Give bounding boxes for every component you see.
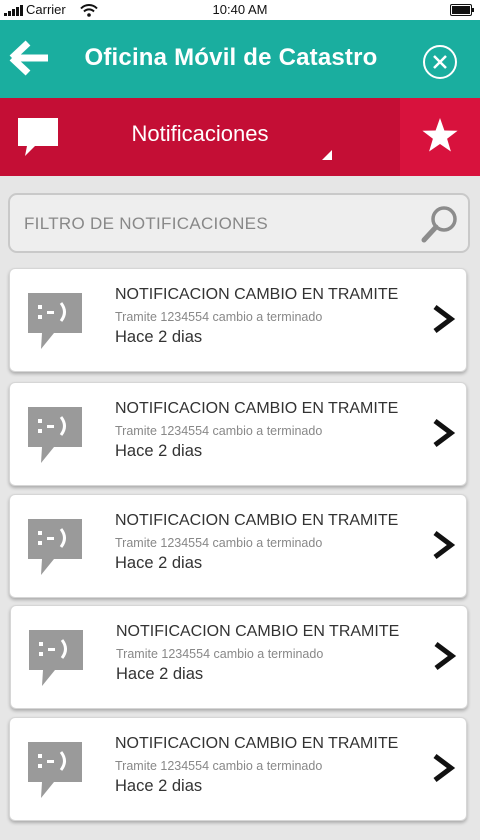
notification-time: Hace 2 dias <box>115 777 203 795</box>
chevron-right-icon[interactable] <box>432 304 456 334</box>
notification-title: NOTIFICACION CAMBIO EN TRAMITE <box>116 623 400 640</box>
section-title[interactable]: Notificaciones <box>0 120 400 148</box>
notification-subtitle: Tramite 1234554 cambio a terminado <box>116 647 324 661</box>
chevron-right-icon[interactable] <box>432 530 456 560</box>
notification-title: NOTIFICACION CAMBIO EN TRAMITE <box>115 400 399 417</box>
status-time: 10:40 AM <box>212 2 268 17</box>
notification-subtitle: Tramite 1234554 cambio a terminado <box>115 424 323 438</box>
notification-item[interactable]: NOTIFICACION CAMBIO EN TRAMITE Tramite 12… <box>9 268 467 372</box>
notification-subtitle: Tramite 1234554 cambio a terminado <box>115 536 323 550</box>
notification-item[interactable]: NOTIFICACION CAMBIO EN TRAMITE Tramite 12… <box>9 494 467 598</box>
notification-chat-icon <box>28 407 82 463</box>
close-icon <box>433 55 447 69</box>
close-button[interactable] <box>423 45 457 79</box>
notification-subtitle: Tramite 1234554 cambio a terminado <box>115 759 323 773</box>
notification-time: Hace 2 dias <box>115 442 203 460</box>
star-icon <box>422 118 458 152</box>
chevron-right-icon[interactable] <box>432 418 456 448</box>
notification-title: NOTIFICACION CAMBIO EN TRAMITE <box>115 512 399 529</box>
app-title: Oficina Móvil de Catastro <box>84 44 378 71</box>
notification-chat-icon <box>28 742 82 798</box>
status-bar: Carrier 10:40 AM <box>0 0 480 20</box>
notification-chat-icon <box>28 519 82 575</box>
notification-subtitle: Tramite 1234554 cambio a terminado <box>115 310 323 324</box>
section-bar: Notificaciones <box>0 98 480 176</box>
filter-input[interactable] <box>22 195 416 253</box>
notification-item[interactable]: NOTIFICACION CAMBIO EN TRAMITE Tramite 12… <box>9 717 467 821</box>
notification-title: NOTIFICACION CAMBIO EN TRAMITE <box>115 286 399 303</box>
filter-field[interactable] <box>8 193 470 253</box>
search-icon[interactable] <box>420 204 460 244</box>
notification-item[interactable]: NOTIFICACION CAMBIO EN TRAMITE Tramite 12… <box>9 382 467 486</box>
notification-chat-icon <box>29 630 83 686</box>
app-header: Oficina Móvil de Catastro <box>0 20 480 98</box>
chevron-right-icon[interactable] <box>432 753 456 783</box>
notification-time: Hace 2 dias <box>115 328 203 346</box>
battery-icon <box>450 4 474 16</box>
dropdown-indicator-icon[interactable] <box>322 150 332 160</box>
notification-time: Hace 2 dias <box>116 665 204 683</box>
chevron-right-icon[interactable] <box>433 641 457 671</box>
notification-time: Hace 2 dias <box>115 554 203 572</box>
notification-item[interactable]: NOTIFICACION CAMBIO EN TRAMITE Tramite 12… <box>10 605 468 709</box>
notification-title: NOTIFICACION CAMBIO EN TRAMITE <box>115 735 399 752</box>
favorite-button[interactable] <box>400 98 480 176</box>
notification-chat-icon <box>28 293 82 349</box>
